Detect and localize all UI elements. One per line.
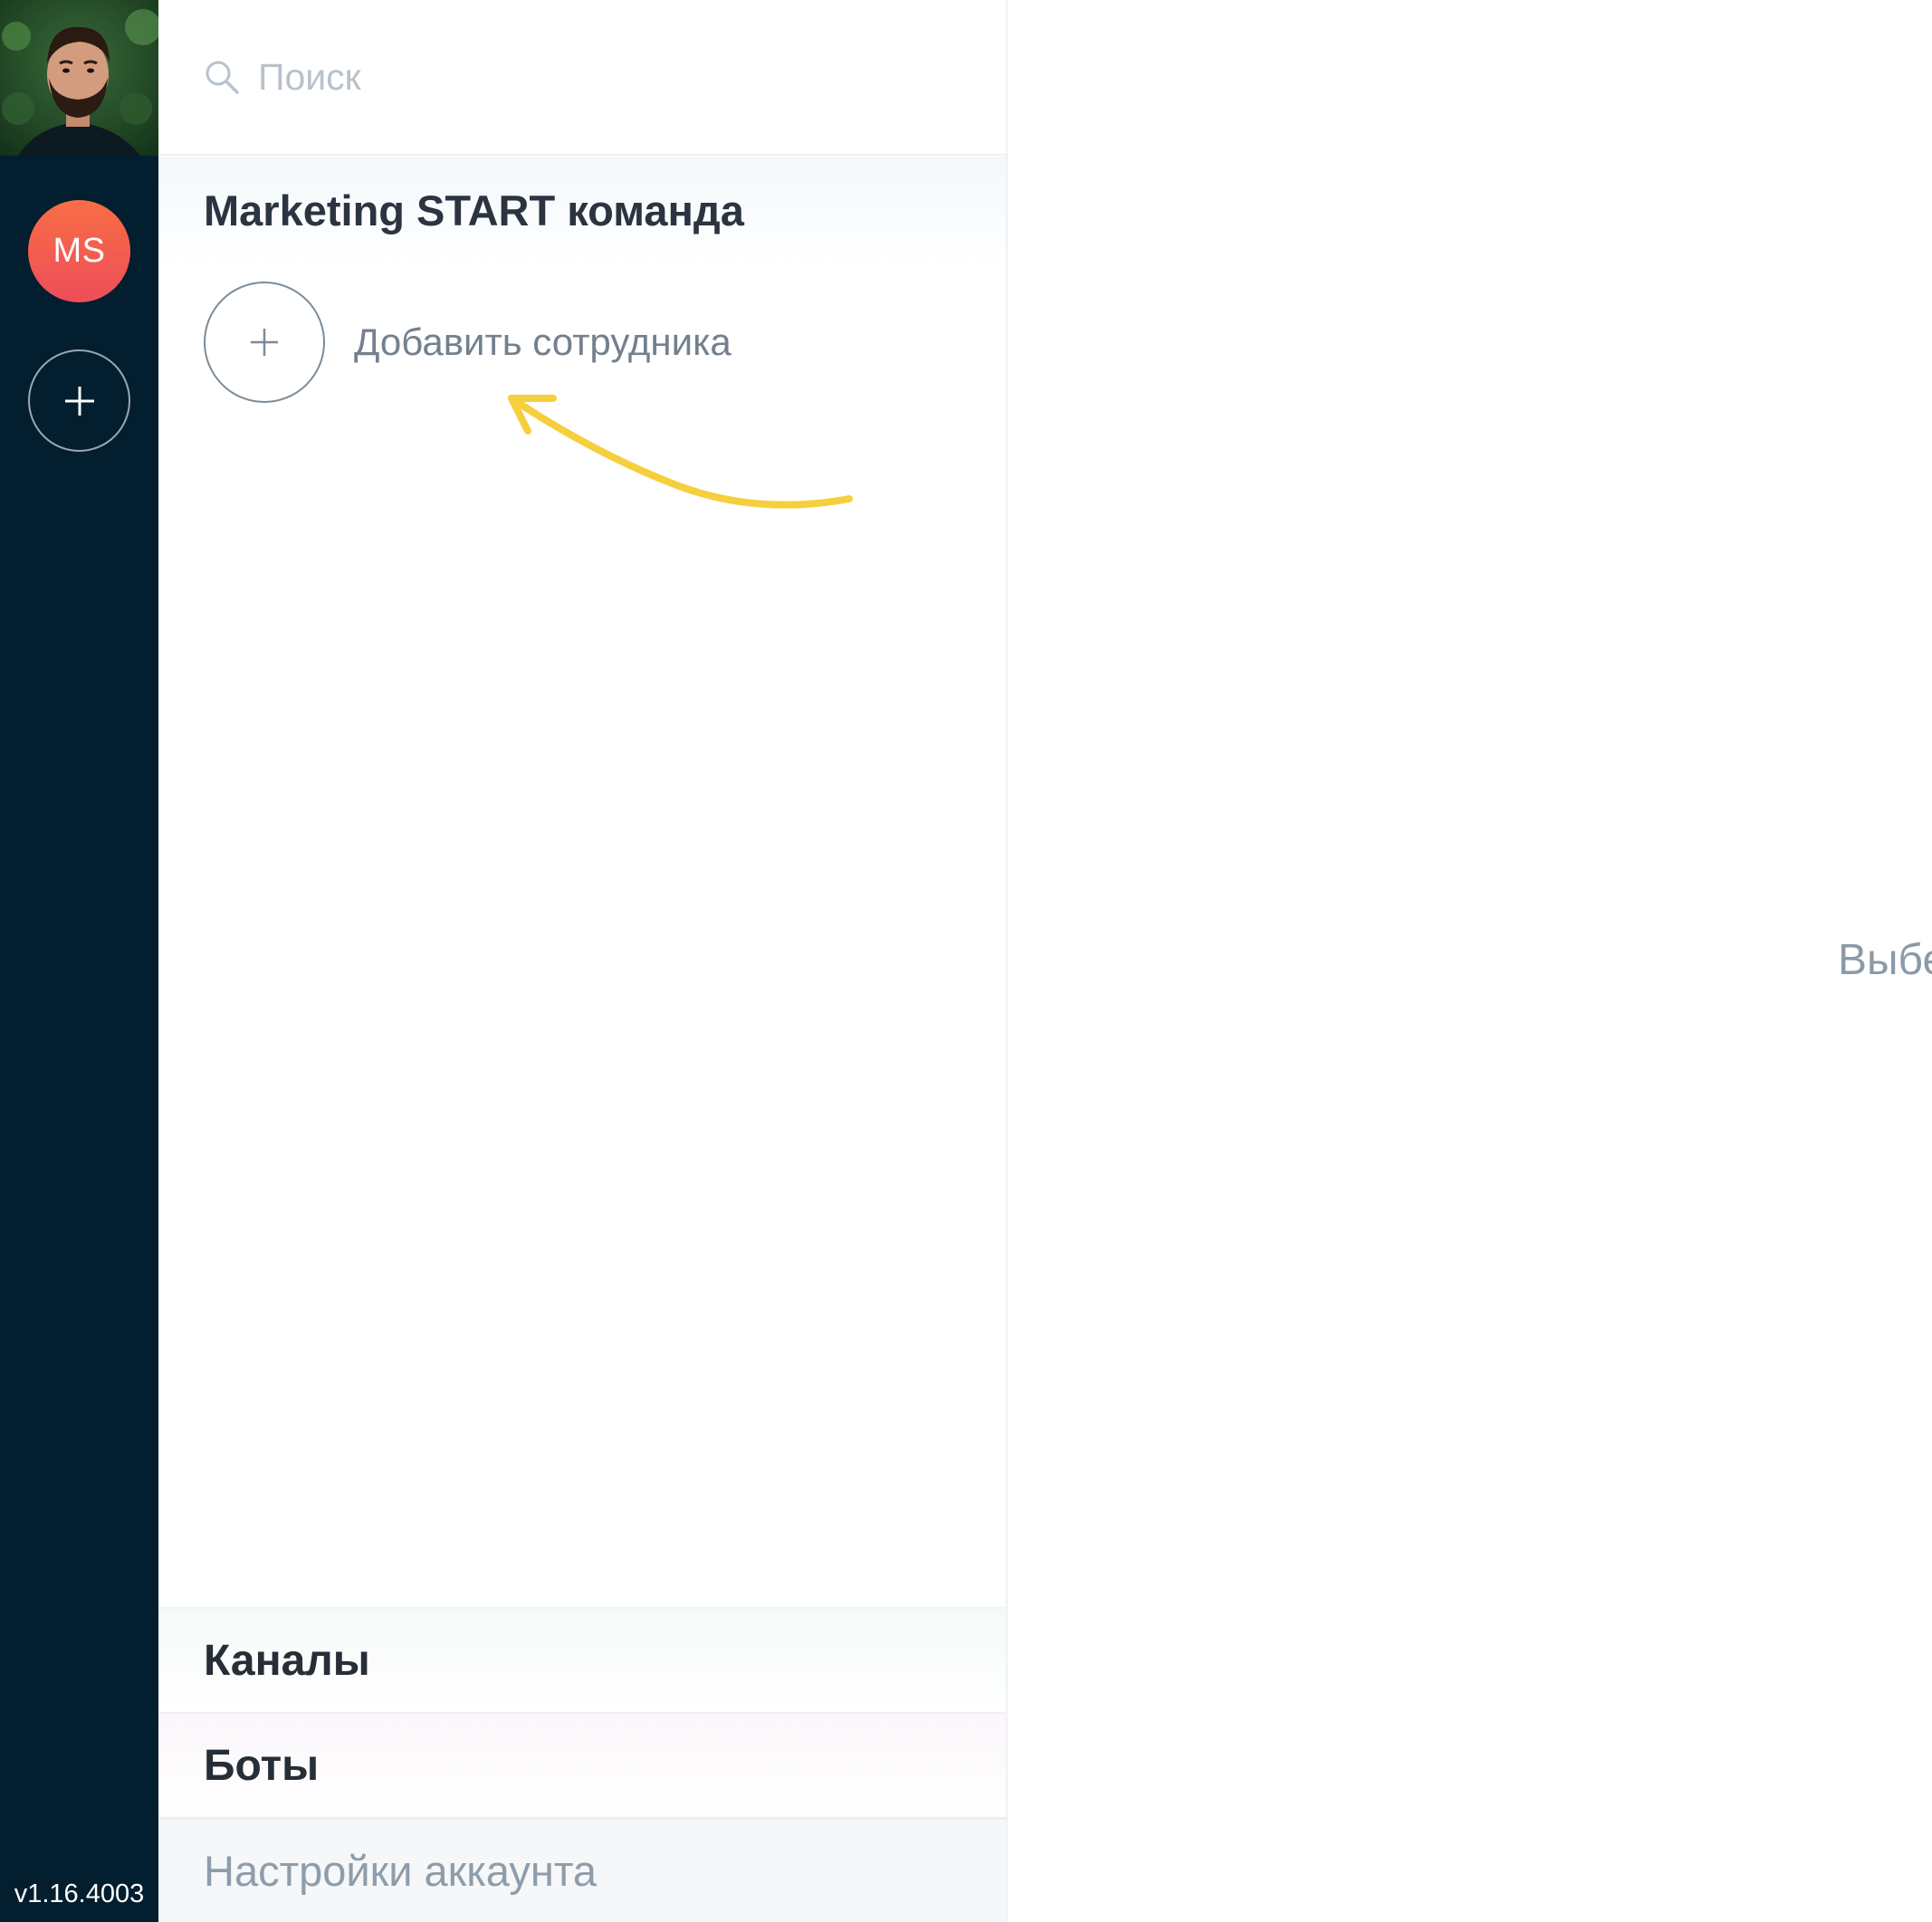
app-version: v1.16.4003 bbox=[14, 1879, 145, 1908]
curved-arrow-icon bbox=[508, 395, 853, 509]
team-badge[interactable]: MS bbox=[28, 200, 130, 302]
user-avatar[interactable] bbox=[0, 0, 158, 156]
team-rail: MS v1.16.4003 bbox=[0, 0, 158, 1922]
sidebar-item-channels[interactable]: Каналы bbox=[158, 1607, 1006, 1712]
empty-state-hint: Выбе bbox=[1838, 936, 1932, 984]
team-initials: MS bbox=[53, 232, 106, 270]
add-team-button[interactable] bbox=[28, 349, 130, 452]
chat-list-panel: Marketing START команда Добавить сотрудн… bbox=[158, 0, 1008, 1922]
sidebar-item-account-settings[interactable]: Настройки аккаунта bbox=[158, 1817, 1006, 1922]
main-content: Выбе bbox=[1009, 0, 1932, 1922]
channels-label: Каналы bbox=[204, 1636, 370, 1685]
account-settings-label: Настройки аккаунта bbox=[204, 1847, 598, 1895]
bots-label: Боты bbox=[204, 1741, 320, 1790]
plus-icon bbox=[64, 386, 94, 416]
app-window: MS v1.16.4003 Marketing START команда bbox=[0, 0, 1932, 1922]
sidebar-item-bots[interactable]: Боты bbox=[158, 1712, 1006, 1817]
